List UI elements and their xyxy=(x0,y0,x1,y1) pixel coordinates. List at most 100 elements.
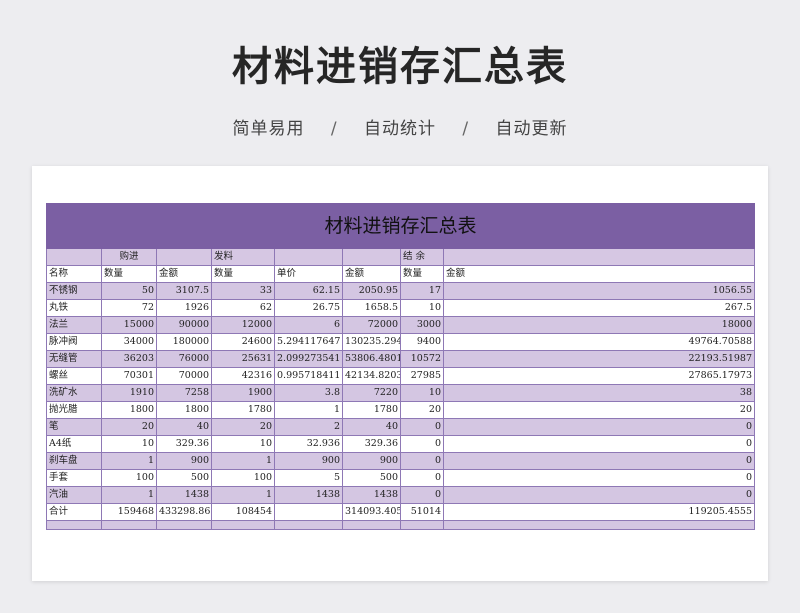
cell-balance-qty[interactable]: 27985 xyxy=(400,367,444,385)
cell-name[interactable]: A4纸 xyxy=(46,435,102,453)
cell-issue-price[interactable]: 3.8 xyxy=(274,384,343,402)
cell-balance-amount[interactable]: 0 xyxy=(442,486,756,504)
cell-issue-amount[interactable]: 130235.294 xyxy=(342,333,401,351)
cell-issue-amount[interactable]: 7220 xyxy=(342,384,401,402)
cell-purchase-amount[interactable]: 70000 xyxy=(156,367,212,385)
cell-purchase-amount[interactable]: 1926 xyxy=(156,299,212,317)
blank-cell[interactable] xyxy=(156,520,212,530)
cell-balance-amount[interactable]: 0 xyxy=(442,452,756,470)
cell-purchase-qty[interactable]: 159468 xyxy=(101,503,157,521)
cell-balance-qty[interactable]: 0 xyxy=(400,452,444,470)
header-cell[interactable] xyxy=(442,248,756,266)
cell-name[interactable]: 笔 xyxy=(46,418,102,436)
cell-balance-qty[interactable]: 9400 xyxy=(400,333,444,351)
cell-issue-amount[interactable]: 53806.4801 xyxy=(342,350,401,368)
cell-issue-amount[interactable]: 314093.405 xyxy=(342,503,401,521)
cell-purchase-qty[interactable]: 70301 xyxy=(101,367,157,385)
cell-purchase-qty[interactable]: 100 xyxy=(101,469,157,487)
cell-issue-amount[interactable]: 500 xyxy=(342,469,401,487)
blank-cell[interactable] xyxy=(342,520,401,530)
blank-cell[interactable] xyxy=(274,520,343,530)
cell-purchase-qty[interactable]: 10 xyxy=(101,435,157,453)
cell-balance-amount[interactable]: 20 xyxy=(442,401,756,419)
cell-issue-price[interactable]: 6 xyxy=(274,316,343,334)
col-header-issue-price[interactable]: 单价 xyxy=(274,265,343,283)
cell-balance-qty[interactable]: 17 xyxy=(400,282,444,300)
cell-purchase-qty[interactable]: 20 xyxy=(101,418,157,436)
group-header-balance[interactable]: 结 余 xyxy=(400,248,444,266)
cell-purchase-qty[interactable]: 1 xyxy=(101,486,157,504)
header-cell[interactable] xyxy=(156,248,212,266)
cell-issue-qty[interactable]: 1900 xyxy=(211,384,275,402)
cell-issue-amount[interactable]: 40 xyxy=(342,418,401,436)
cell-purchase-qty[interactable]: 15000 xyxy=(101,316,157,334)
cell-balance-qty[interactable]: 51014 xyxy=(400,503,444,521)
cell-purchase-amount[interactable]: 7258 xyxy=(156,384,212,402)
blank-cell[interactable] xyxy=(400,520,444,530)
cell-issue-amount[interactable]: 329.36 xyxy=(342,435,401,453)
cell-issue-amount[interactable]: 1780 xyxy=(342,401,401,419)
blank-cell[interactable] xyxy=(211,520,275,530)
cell-balance-amount[interactable]: 119205.4555 xyxy=(442,503,756,521)
cell-balance-amount[interactable]: 18000 xyxy=(442,316,756,334)
blank-cell[interactable] xyxy=(442,520,756,530)
cell-issue-amount[interactable]: 1438 xyxy=(342,486,401,504)
col-header-purchase-amount[interactable]: 金额 xyxy=(156,265,212,283)
header-cell[interactable] xyxy=(274,248,343,266)
cell-purchase-amount[interactable]: 500 xyxy=(156,469,212,487)
cell-issue-price[interactable]: 1438 xyxy=(274,486,343,504)
cell-balance-amount[interactable]: 1056.55 xyxy=(442,282,756,300)
col-header-issue-qty[interactable]: 数量 xyxy=(211,265,275,283)
cell-issue-qty[interactable]: 33 xyxy=(211,282,275,300)
cell-purchase-amount[interactable]: 433298.86 xyxy=(156,503,212,521)
col-header-purchase-qty[interactable]: 数量 xyxy=(101,265,157,283)
cell-issue-qty[interactable]: 1 xyxy=(211,486,275,504)
blank-cell[interactable] xyxy=(101,520,157,530)
cell-balance-qty[interactable]: 0 xyxy=(400,486,444,504)
cell-balance-amount[interactable]: 27865.17973 xyxy=(442,367,756,385)
cell-balance-qty[interactable]: 10 xyxy=(400,299,444,317)
cell-purchase-qty[interactable]: 72 xyxy=(101,299,157,317)
cell-issue-qty[interactable]: 1 xyxy=(211,452,275,470)
cell-issue-qty[interactable]: 25631 xyxy=(211,350,275,368)
cell-issue-price[interactable]: 32.936 xyxy=(274,435,343,453)
cell-issue-price[interactable]: 0.995718411 xyxy=(274,367,343,385)
cell-issue-amount[interactable]: 2050.95 xyxy=(342,282,401,300)
cell-name[interactable]: 抛光腊 xyxy=(46,401,102,419)
cell-issue-price[interactable]: 5.294117647 xyxy=(274,333,343,351)
cell-name[interactable]: 不锈钢 xyxy=(46,282,102,300)
cell-balance-amount[interactable]: 38 xyxy=(442,384,756,402)
cell-issue-qty[interactable]: 20 xyxy=(211,418,275,436)
cell-balance-amount[interactable]: 49764.70588 xyxy=(442,333,756,351)
cell-balance-qty[interactable]: 20 xyxy=(400,401,444,419)
cell-balance-amount[interactable]: 0 xyxy=(442,418,756,436)
cell-issue-price[interactable]: 26.75 xyxy=(274,299,343,317)
cell-purchase-amount[interactable]: 1800 xyxy=(156,401,212,419)
cell-purchase-amount[interactable]: 329.36 xyxy=(156,435,212,453)
header-cell[interactable] xyxy=(342,248,401,266)
cell-purchase-amount[interactable]: 40 xyxy=(156,418,212,436)
cell-balance-amount[interactable]: 0 xyxy=(442,435,756,453)
cell-purchase-amount[interactable]: 1438 xyxy=(156,486,212,504)
cell-name[interactable]: 螺丝 xyxy=(46,367,102,385)
header-cell[interactable] xyxy=(46,248,102,266)
cell-issue-qty[interactable]: 10 xyxy=(211,435,275,453)
cell-balance-qty[interactable]: 0 xyxy=(400,469,444,487)
cell-issue-amount[interactable]: 42134.8203 xyxy=(342,367,401,385)
cell-name[interactable]: 合计 xyxy=(46,503,102,521)
cell-purchase-amount[interactable]: 3107.5 xyxy=(156,282,212,300)
cell-issue-qty[interactable]: 42316 xyxy=(211,367,275,385)
cell-purchase-amount[interactable]: 900 xyxy=(156,452,212,470)
cell-issue-price[interactable]: 1 xyxy=(274,401,343,419)
cell-issue-qty[interactable]: 24600 xyxy=(211,333,275,351)
cell-issue-price[interactable]: 900 xyxy=(274,452,343,470)
cell-name[interactable]: 脉冲阀 xyxy=(46,333,102,351)
cell-balance-amount[interactable]: 267.5 xyxy=(442,299,756,317)
cell-balance-qty[interactable]: 0 xyxy=(400,435,444,453)
group-header-issue[interactable]: 发料 xyxy=(211,248,275,266)
cell-balance-qty[interactable]: 10 xyxy=(400,384,444,402)
cell-purchase-amount[interactable]: 180000 xyxy=(156,333,212,351)
cell-issue-amount[interactable]: 1658.5 xyxy=(342,299,401,317)
cell-issue-price[interactable]: 5 xyxy=(274,469,343,487)
cell-balance-qty[interactable]: 0 xyxy=(400,418,444,436)
